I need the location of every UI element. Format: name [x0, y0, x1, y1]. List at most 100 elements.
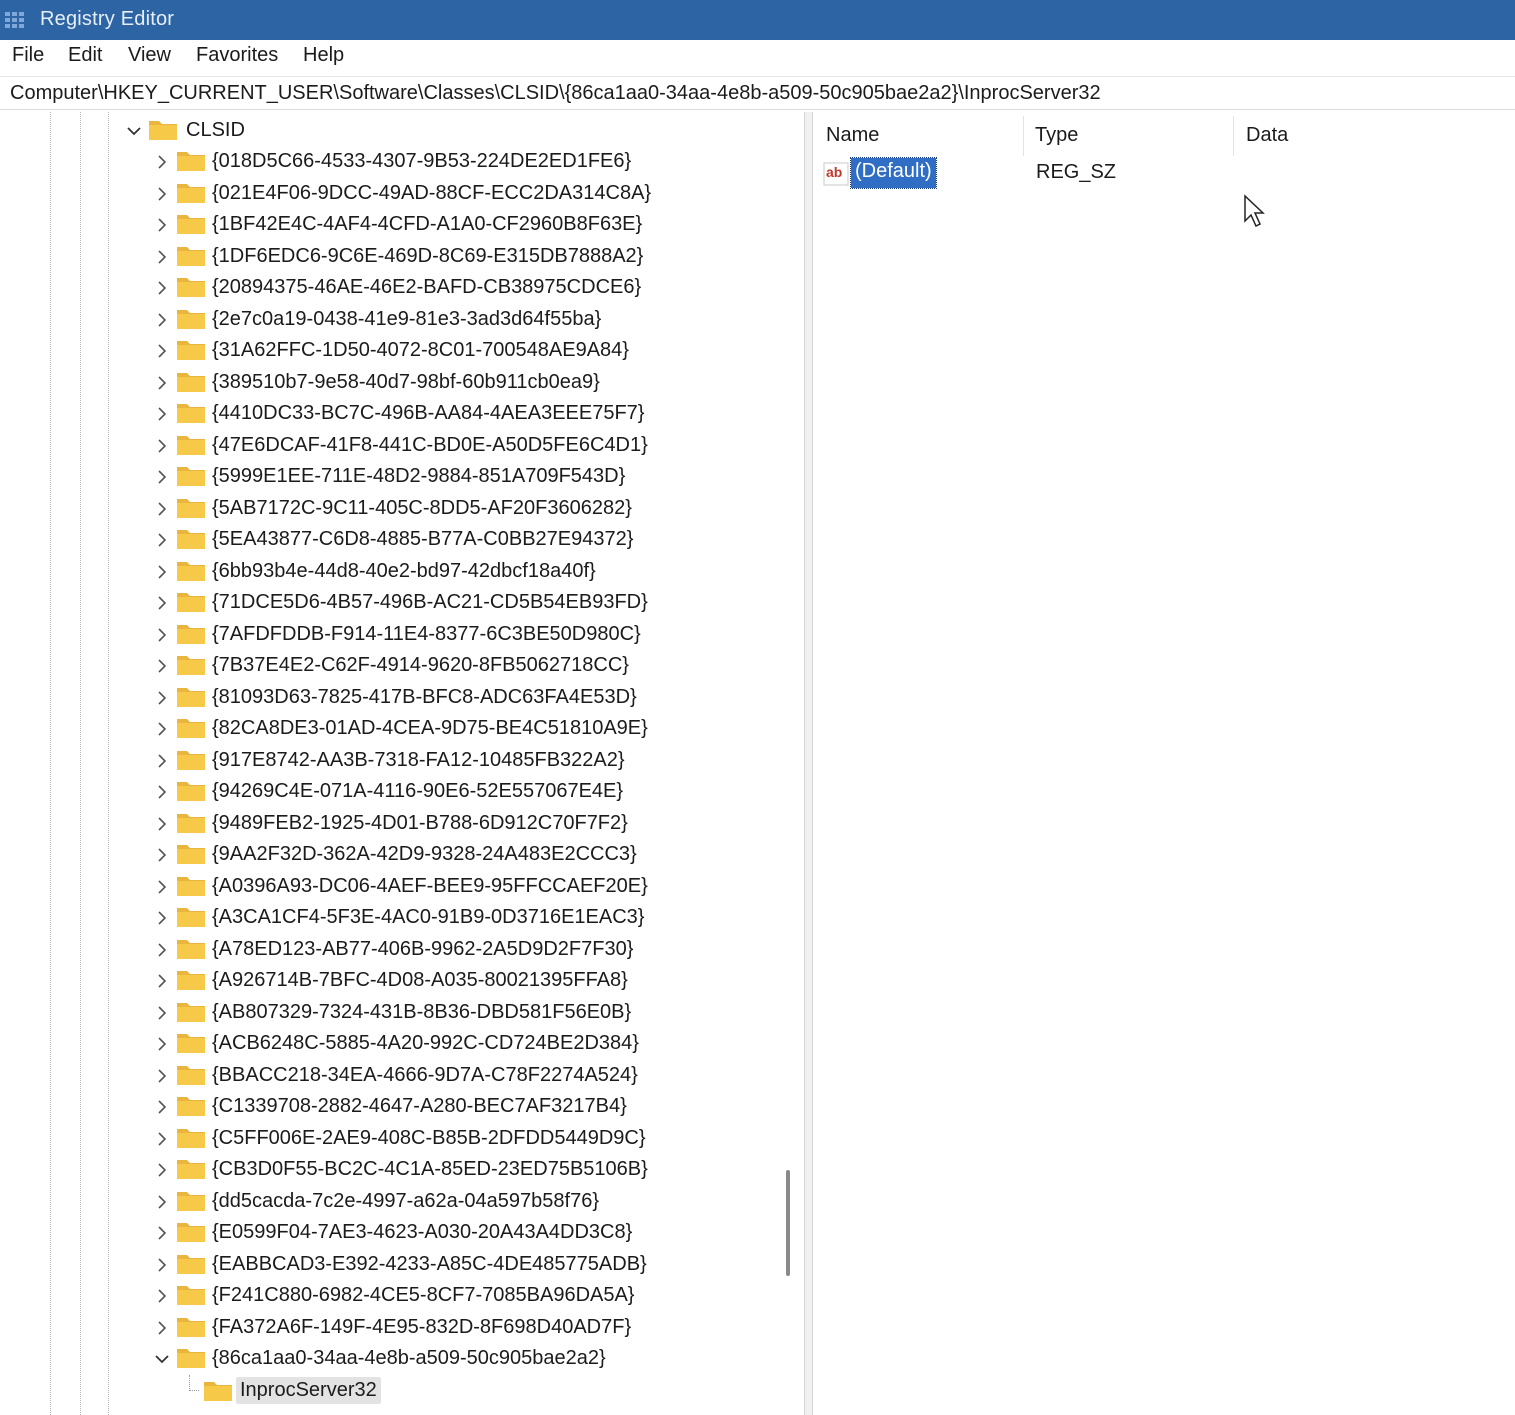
tree-item-clsid-subkey[interactable]: {7AFDFDDB-F914-11E4-8377-6C3BE50D980C} — [0, 618, 780, 649]
chevron-right-icon[interactable] — [154, 438, 170, 454]
chevron-right-icon[interactable] — [154, 312, 170, 328]
chevron-right-icon[interactable] — [154, 375, 170, 391]
tree-item-clsid-subkey[interactable]: {FA372A6F-149F-4E95-832D-8F698D40AD7F} — [0, 1311, 780, 1342]
chevron-right-icon[interactable] — [154, 816, 170, 832]
chevron-right-icon[interactable] — [154, 1257, 170, 1273]
chevron-right-icon[interactable] — [154, 910, 170, 926]
chevron-right-icon[interactable] — [154, 1005, 170, 1021]
menu-favorites[interactable]: Favorites — [194, 44, 280, 67]
chevron-right-icon[interactable] — [154, 1099, 170, 1115]
tree-item-clsid-subkey[interactable]: {6bb93b4e-44d8-40e2-bd97-42dbcf18a40f} — [0, 555, 780, 586]
tree-item-clsid-subkey[interactable]: {1DF6EDC6-9C6E-469D-8C69-E315DB7888A2} — [0, 240, 780, 271]
tree-item-clsid-subkey[interactable]: {dd5cacda-7c2e-4997-a62a-04a597b58f76} — [0, 1185, 780, 1216]
tree-item-clsid-subkey[interactable]: {A926714B-7BFC-4D08-A035-80021395FFA8} — [0, 964, 780, 995]
menu-view[interactable]: View — [126, 44, 173, 67]
tree-item-clsid-subkey[interactable]: {5AB7172C-9C11-405C-8DD5-AF20F3606282} — [0, 492, 780, 523]
chevron-right-icon[interactable] — [154, 249, 170, 265]
chevron-right-icon[interactable] — [154, 973, 170, 989]
tree-item-clsid-subkey[interactable]: {A0396A93-DC06-4AEF-BEE9-95FFCCAEF20E} — [0, 870, 780, 901]
tree-item-clsid-subkey[interactable]: {F241C880-6982-4CE5-8CF7-7085BA96DA5A} — [0, 1279, 780, 1310]
chevron-right-icon[interactable] — [154, 532, 170, 548]
tree-item-clsid-subkey[interactable]: {4410DC33-BC7C-496B-AA84-4AEA3EEE75F7} — [0, 397, 780, 428]
tree-item-clsid-subkey[interactable]: {94269C4E-071A-4116-90E6-52E557067E4E} — [0, 775, 780, 806]
chevron-right-icon[interactable] — [154, 501, 170, 517]
column-header-name[interactable]: Name — [826, 124, 879, 147]
chevron-right-icon[interactable] — [154, 879, 170, 895]
tree-item-clsid-subkey[interactable]: {71DCE5D6-4B57-496B-AC21-CD5B54EB93FD} — [0, 586, 780, 617]
column-divider[interactable] — [1233, 116, 1234, 156]
column-header-type[interactable]: Type — [1035, 124, 1078, 147]
chevron-right-icon[interactable] — [154, 564, 170, 580]
tree-item-clsid-subkey[interactable]: {9489FEB2-1925-4D01-B788-6D912C70F7F2} — [0, 807, 780, 838]
chevron-right-icon[interactable] — [154, 280, 170, 296]
tree-item-clsid-subkey[interactable]: {021E4F06-9DCC-49AD-88CF-ECC2DA314C8A} — [0, 177, 780, 208]
tree-item-clsid-subkey[interactable]: {A78ED123-AB77-406B-9962-2A5D9D2F7F30} — [0, 933, 780, 964]
chevron-right-icon[interactable] — [154, 186, 170, 202]
chevron-right-icon[interactable] — [154, 217, 170, 233]
chevron-right-icon[interactable] — [154, 406, 170, 422]
tree-item-clsid-subkey[interactable]: {20894375-46AE-46E2-BAFD-CB38975CDCE6} — [0, 271, 780, 302]
chevron-right-icon[interactable] — [154, 658, 170, 674]
chevron-right-icon[interactable] — [154, 154, 170, 170]
column-header-data[interactable]: Data — [1246, 124, 1288, 147]
tree-item-clsid-subkey[interactable]: {E0599F04-7AE3-4623-A030-20A43A4DD3C8} — [0, 1216, 780, 1247]
tree-item-clsid-subkey[interactable]: {EABBCAD3-E392-4233-A85C-4DE485775ADB} — [0, 1248, 780, 1279]
tree-item-clsid-subkey[interactable]: {82CA8DE3-01AD-4CEA-9D75-BE4C51810A9E} — [0, 712, 780, 743]
chevron-right-icon[interactable] — [154, 627, 170, 643]
chevron-right-icon[interactable] — [154, 1068, 170, 1084]
chevron-right-icon[interactable] — [154, 1194, 170, 1210]
chevron-right-icon[interactable] — [154, 595, 170, 611]
tree-item-clsid-subkey[interactable]: {31A62FFC-1D50-4072-8C01-700548AE9A84} — [0, 334, 780, 365]
key-tree[interactable]: CLSID {018D5C66-4533-4307-9B53-224DE2ED1… — [0, 112, 804, 1415]
tree-item-clsid-subkey[interactable]: {81093D63-7825-417B-BFC8-ADC63FA4E53D} — [0, 681, 780, 712]
chevron-down-icon[interactable] — [154, 1351, 170, 1367]
chevron-right-icon[interactable] — [154, 942, 170, 958]
tree-item-clsid-subkey[interactable]: {917E8742-AA3B-7318-FA12-10485FB322A2} — [0, 744, 780, 775]
tree-item-clsid-subkey[interactable]: {389510b7-9e58-40d7-98bf-60b911cb0ea9} — [0, 366, 780, 397]
tree-item-label: {7B37E4E2-C62F-4914-9620-8FB5062718CC} — [212, 654, 629, 676]
tree-item-clsid-subkey[interactable]: {C5FF006E-2AE9-408C-B85B-2DFDD5449D9C} — [0, 1122, 780, 1153]
chevron-right-icon[interactable] — [154, 469, 170, 485]
tree-item-clsid-subkey[interactable]: {A3CA1CF4-5F3E-4AC0-91B9-0D3716E1EAC3} — [0, 901, 780, 932]
chevron-down-icon[interactable] — [126, 123, 142, 139]
chevron-right-icon[interactable] — [154, 721, 170, 737]
menu-edit[interactable]: Edit — [66, 44, 104, 67]
tree-item-clsid-subkey[interactable]: {2e7c0a19-0438-41e9-81e3-3ad3d64f55ba} — [0, 303, 780, 334]
chevron-right-icon[interactable] — [154, 343, 170, 359]
chevron-right-icon[interactable] — [154, 847, 170, 863]
chevron-right-icon[interactable] — [154, 1162, 170, 1178]
tree-item-inprocserver32[interactable]: InprocServer32 — [0, 1375, 780, 1406]
tree-item-clsid-subkey[interactable]: {5EA43877-C6D8-4885-B77A-C0BB27E94372} — [0, 523, 780, 554]
values-list[interactable]: Name Type Data ab (Default) REG_SZ — [813, 112, 1515, 1415]
tree-item-clsid-subkey[interactable]: {7B37E4E2-C62F-4914-9620-8FB5062718CC} — [0, 649, 780, 680]
chevron-right-icon[interactable] — [154, 1320, 170, 1336]
chevron-right-icon[interactable] — [154, 753, 170, 769]
tree-item-clsid-subkey[interactable]: {86ca1aa0-34aa-4e8b-a509-50c905bae2a2} — [0, 1342, 780, 1373]
address-path[interactable]: Computer\HKEY_CURRENT_USER\Software\Clas… — [10, 82, 1101, 105]
value-name-cell[interactable]: (Default) — [850, 157, 937, 189]
chevron-right-icon[interactable] — [154, 690, 170, 706]
tree-item-clsid-subkey[interactable]: {ACB6248C-5885-4A20-992C-CD724BE2D384} — [0, 1027, 780, 1058]
tree-item-clsid[interactable]: CLSID — [0, 114, 780, 145]
address-bar[interactable]: Computer\HKEY_CURRENT_USER\Software\Clas… — [0, 76, 1515, 110]
chevron-right-icon[interactable] — [154, 1036, 170, 1052]
pane-splitter[interactable] — [804, 112, 813, 1415]
tree-item-clsid-subkey[interactable]: {BBACC218-34EA-4666-9D7A-C78F2274A524} — [0, 1059, 780, 1090]
chevron-right-icon[interactable] — [154, 784, 170, 800]
tree-item-clsid-subkey[interactable]: {C1339708-2882-4647-A280-BEC7AF3217B4} — [0, 1090, 780, 1121]
chevron-right-icon[interactable] — [154, 1225, 170, 1241]
menu-file[interactable]: File — [10, 44, 46, 67]
tree-item-clsid-subkey[interactable]: {CB3D0F55-BC2C-4C1A-85ED-23ED75B5106B} — [0, 1153, 780, 1184]
tree-item-clsid-subkey[interactable]: {AB807329-7324-431B-8B36-DBD581F56E0B} — [0, 996, 780, 1027]
tree-item-clsid-subkey[interactable]: {47E6DCAF-41F8-441C-BD0E-A50D5FE6C4D1} — [0, 429, 780, 460]
tree-item-clsid-subkey[interactable]: {5999E1EE-711E-48D2-9884-851A709F543D} — [0, 460, 780, 491]
tree-item-clsid-subkey[interactable]: {9AA2F32D-362A-42D9-9328-24A483E2CCC3} — [0, 838, 780, 869]
menu-help[interactable]: Help — [301, 44, 346, 67]
tree-item-clsid-subkey[interactable]: {018D5C66-4533-4307-9B53-224DE2ED1FE6} — [0, 145, 780, 176]
tree-item-clsid-subkey[interactable]: {1BF42E4C-4AF4-4CFD-A1A0-CF2960B8F63E} — [0, 208, 780, 239]
chevron-right-icon[interactable] — [154, 1131, 170, 1147]
chevron-right-icon[interactable] — [154, 1288, 170, 1304]
string-value-icon: ab — [823, 162, 849, 186]
column-divider[interactable] — [1023, 116, 1024, 156]
tree-scrollbar-thumb[interactable] — [786, 1170, 790, 1276]
